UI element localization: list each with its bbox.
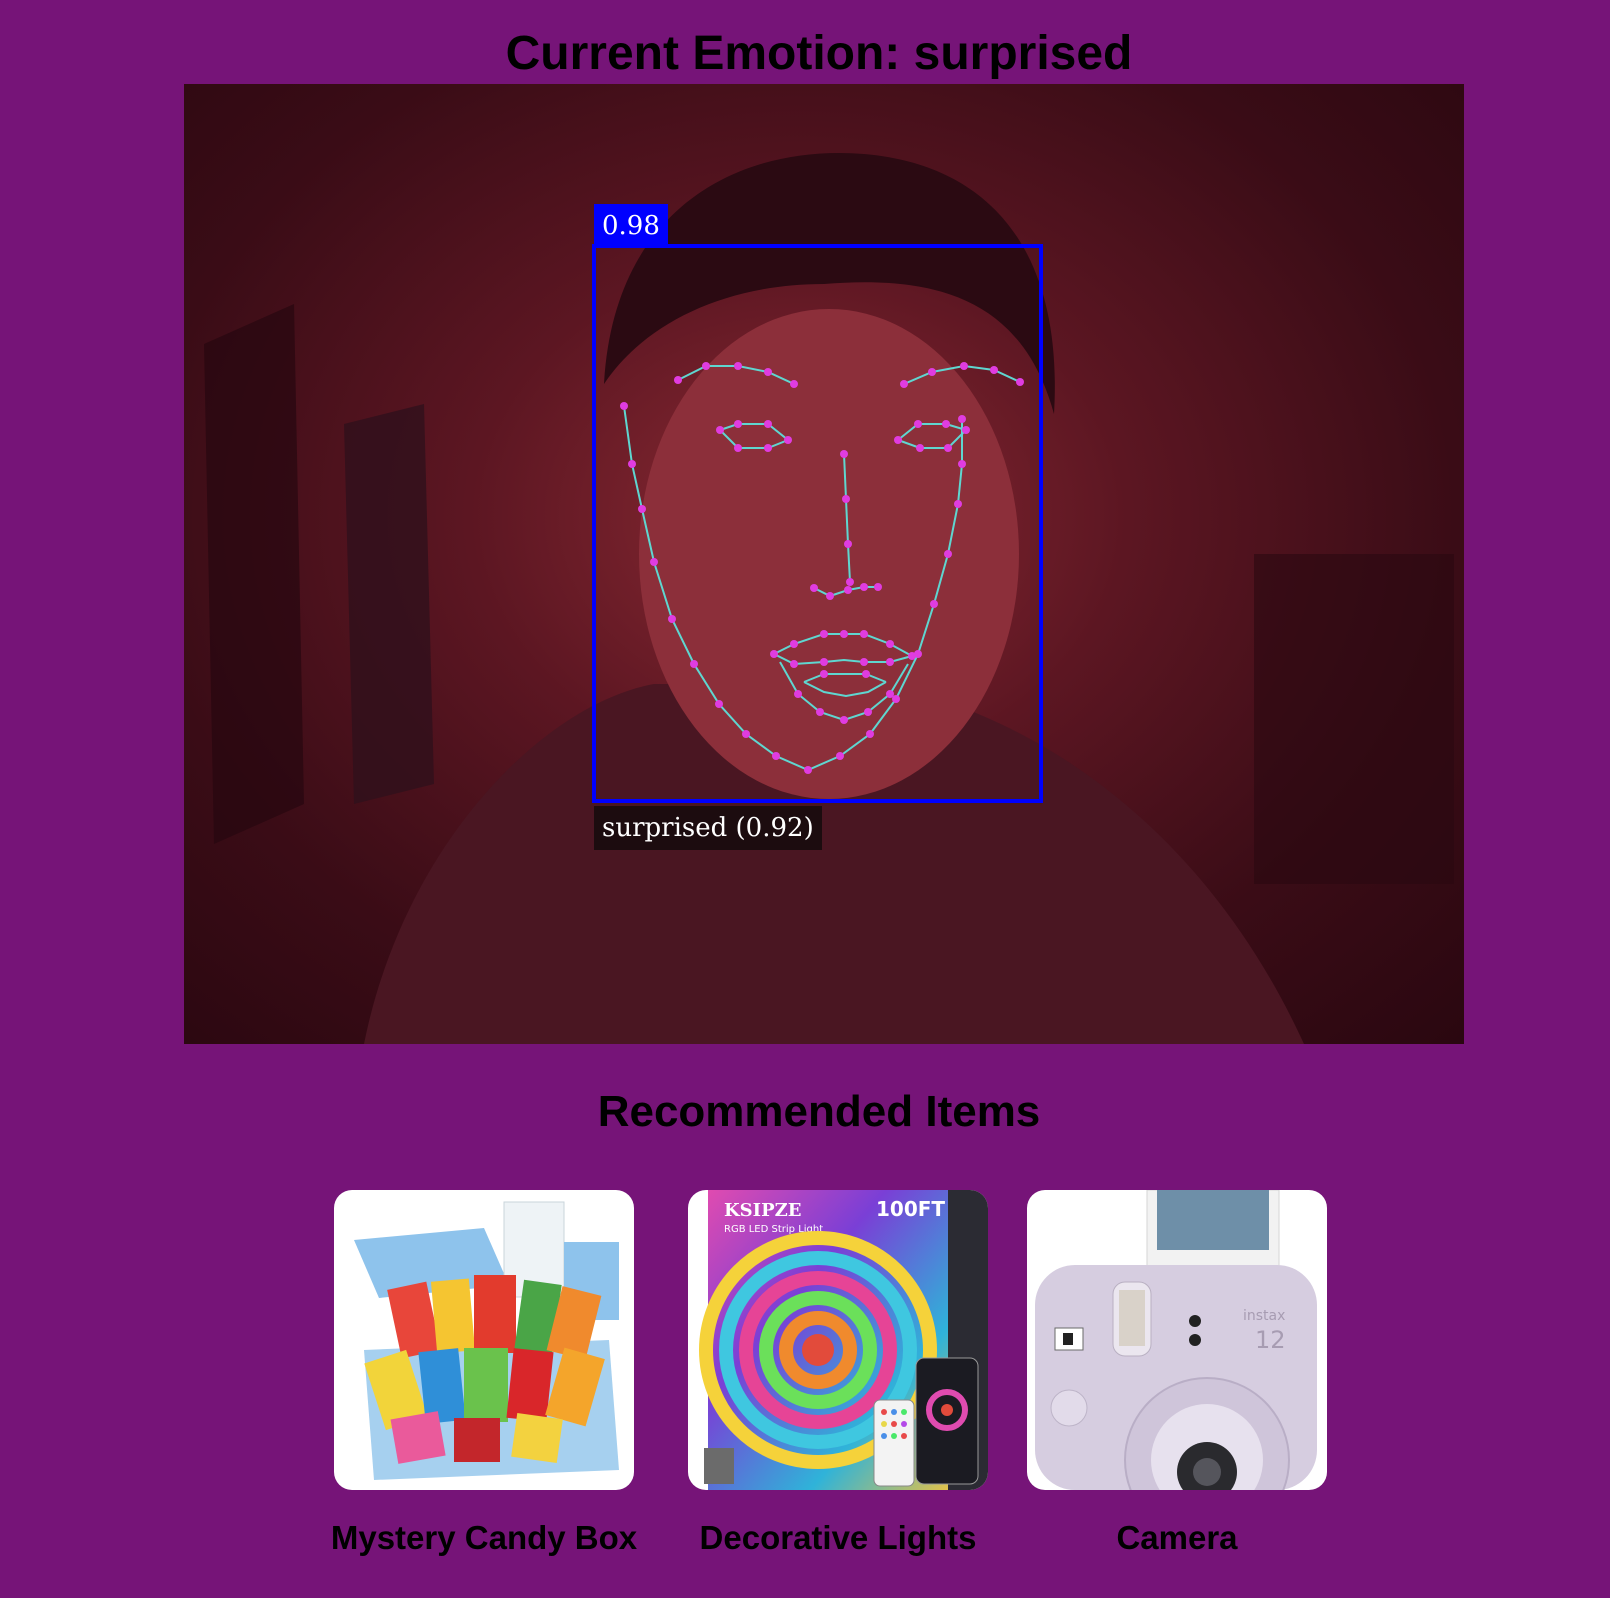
camera-number-text: 12 (1255, 1326, 1286, 1354)
led-brand-text: KSIPZE (724, 1200, 801, 1221)
shelf-shadow (1254, 554, 1454, 884)
item-label-decorative-lights[interactable]: Decorative Lights (648, 1518, 1028, 1558)
recommended-items-heading: Recommended Items (597, 1087, 1041, 1136)
recommendation-card-decorative-lights[interactable]: KSIPZE RGB LED Strip Light 100FT (688, 1190, 988, 1490)
recommendation-card-camera[interactable]: instax 12 (1027, 1190, 1327, 1490)
door-shadow (204, 304, 304, 844)
expression-label: surprised (0.92) (594, 806, 822, 850)
recommendation-card-candy-box[interactable] (334, 1190, 634, 1490)
detection-score-label: 0.98 (594, 204, 668, 246)
face-shape (639, 309, 1019, 799)
emotion-recommender-page: Current Emotion: surprised 0.98 surprise… (0, 0, 1610, 1598)
candy-box-image (354, 1201, 619, 1480)
led-strip-image: KSIPZE RGB LED Strip Light 100FT (699, 1190, 988, 1490)
current-emotion-heading: Current Emotion: surprised (505, 27, 1133, 80)
item-label-camera[interactable]: Camera (987, 1518, 1367, 1558)
camera-brand-text: instax (1243, 1308, 1285, 1324)
webcam-video-feed: 0.98 surprised (0.92) (184, 84, 1464, 1044)
item-label-candy-box[interactable]: Mystery Candy Box (294, 1518, 674, 1558)
webcam-scene (204, 152, 1454, 1044)
window-curtain (344, 404, 434, 804)
led-length-text: 100FT (876, 1197, 945, 1221)
instax-camera-image: instax 12 (1035, 1190, 1317, 1490)
